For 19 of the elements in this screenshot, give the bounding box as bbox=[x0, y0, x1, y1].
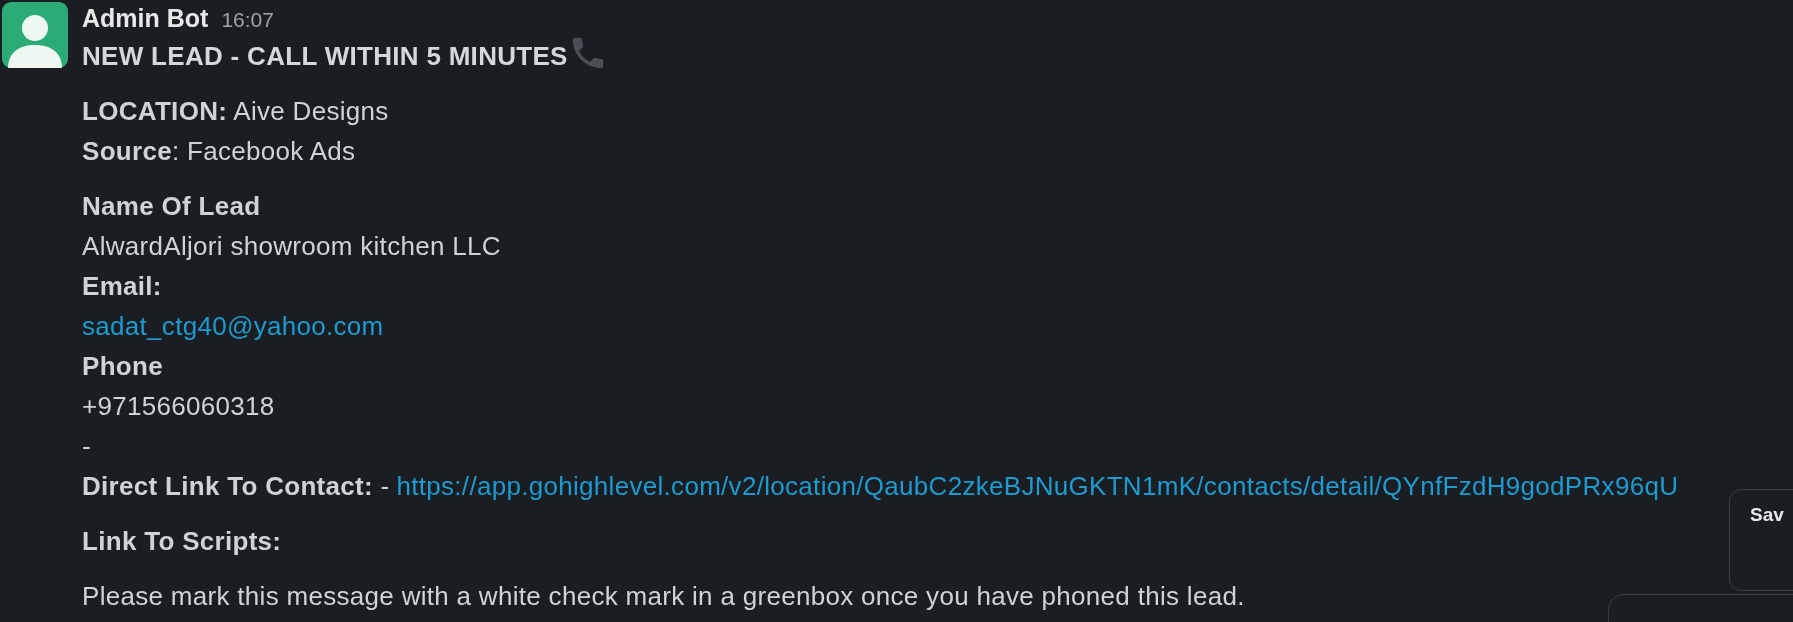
message-text: LOCATION: Aive Designs bbox=[82, 95, 389, 128]
telephone-icon bbox=[571, 37, 604, 69]
message-time[interactable]: 16:07 bbox=[221, 8, 274, 32]
message-text: - bbox=[82, 430, 91, 463]
menu-item[interactable]: Sav bbox=[1750, 504, 1784, 526]
message-text: Source: Facebook Ads bbox=[82, 135, 356, 168]
contact-link[interactable]: https://app.gohighlevel.com/v2/location/QaubC2zkeBJNuGKTN1mK/contacts/detail/QYnfFzdH9godPRx96qU bbox=[396, 471, 1679, 501]
field-label: Email: bbox=[82, 270, 162, 303]
email-link[interactable]: sadat_ctg40@yahoo.com bbox=[82, 311, 384, 341]
field-label: Phone bbox=[82, 350, 163, 383]
field-label: Direct Link To Contact: - bbox=[82, 471, 390, 501]
field-label: Name Of Lead bbox=[82, 190, 261, 223]
message-text: Please mark this message with a white check mark in a greenbox once you have phoned this lead. bbox=[82, 580, 1245, 613]
sender-name[interactable]: Admin Bot bbox=[82, 2, 209, 34]
field-label: Link To Scripts: bbox=[82, 525, 282, 558]
message-text: AlwardAljori showroom kitchen LLC bbox=[82, 230, 501, 263]
message-title: NEW LEAD - CALL WITHIN 5 MINUTES bbox=[82, 40, 568, 72]
avatar-icon[interactable] bbox=[2, 2, 68, 68]
message-text: +971566060318 bbox=[82, 390, 275, 423]
